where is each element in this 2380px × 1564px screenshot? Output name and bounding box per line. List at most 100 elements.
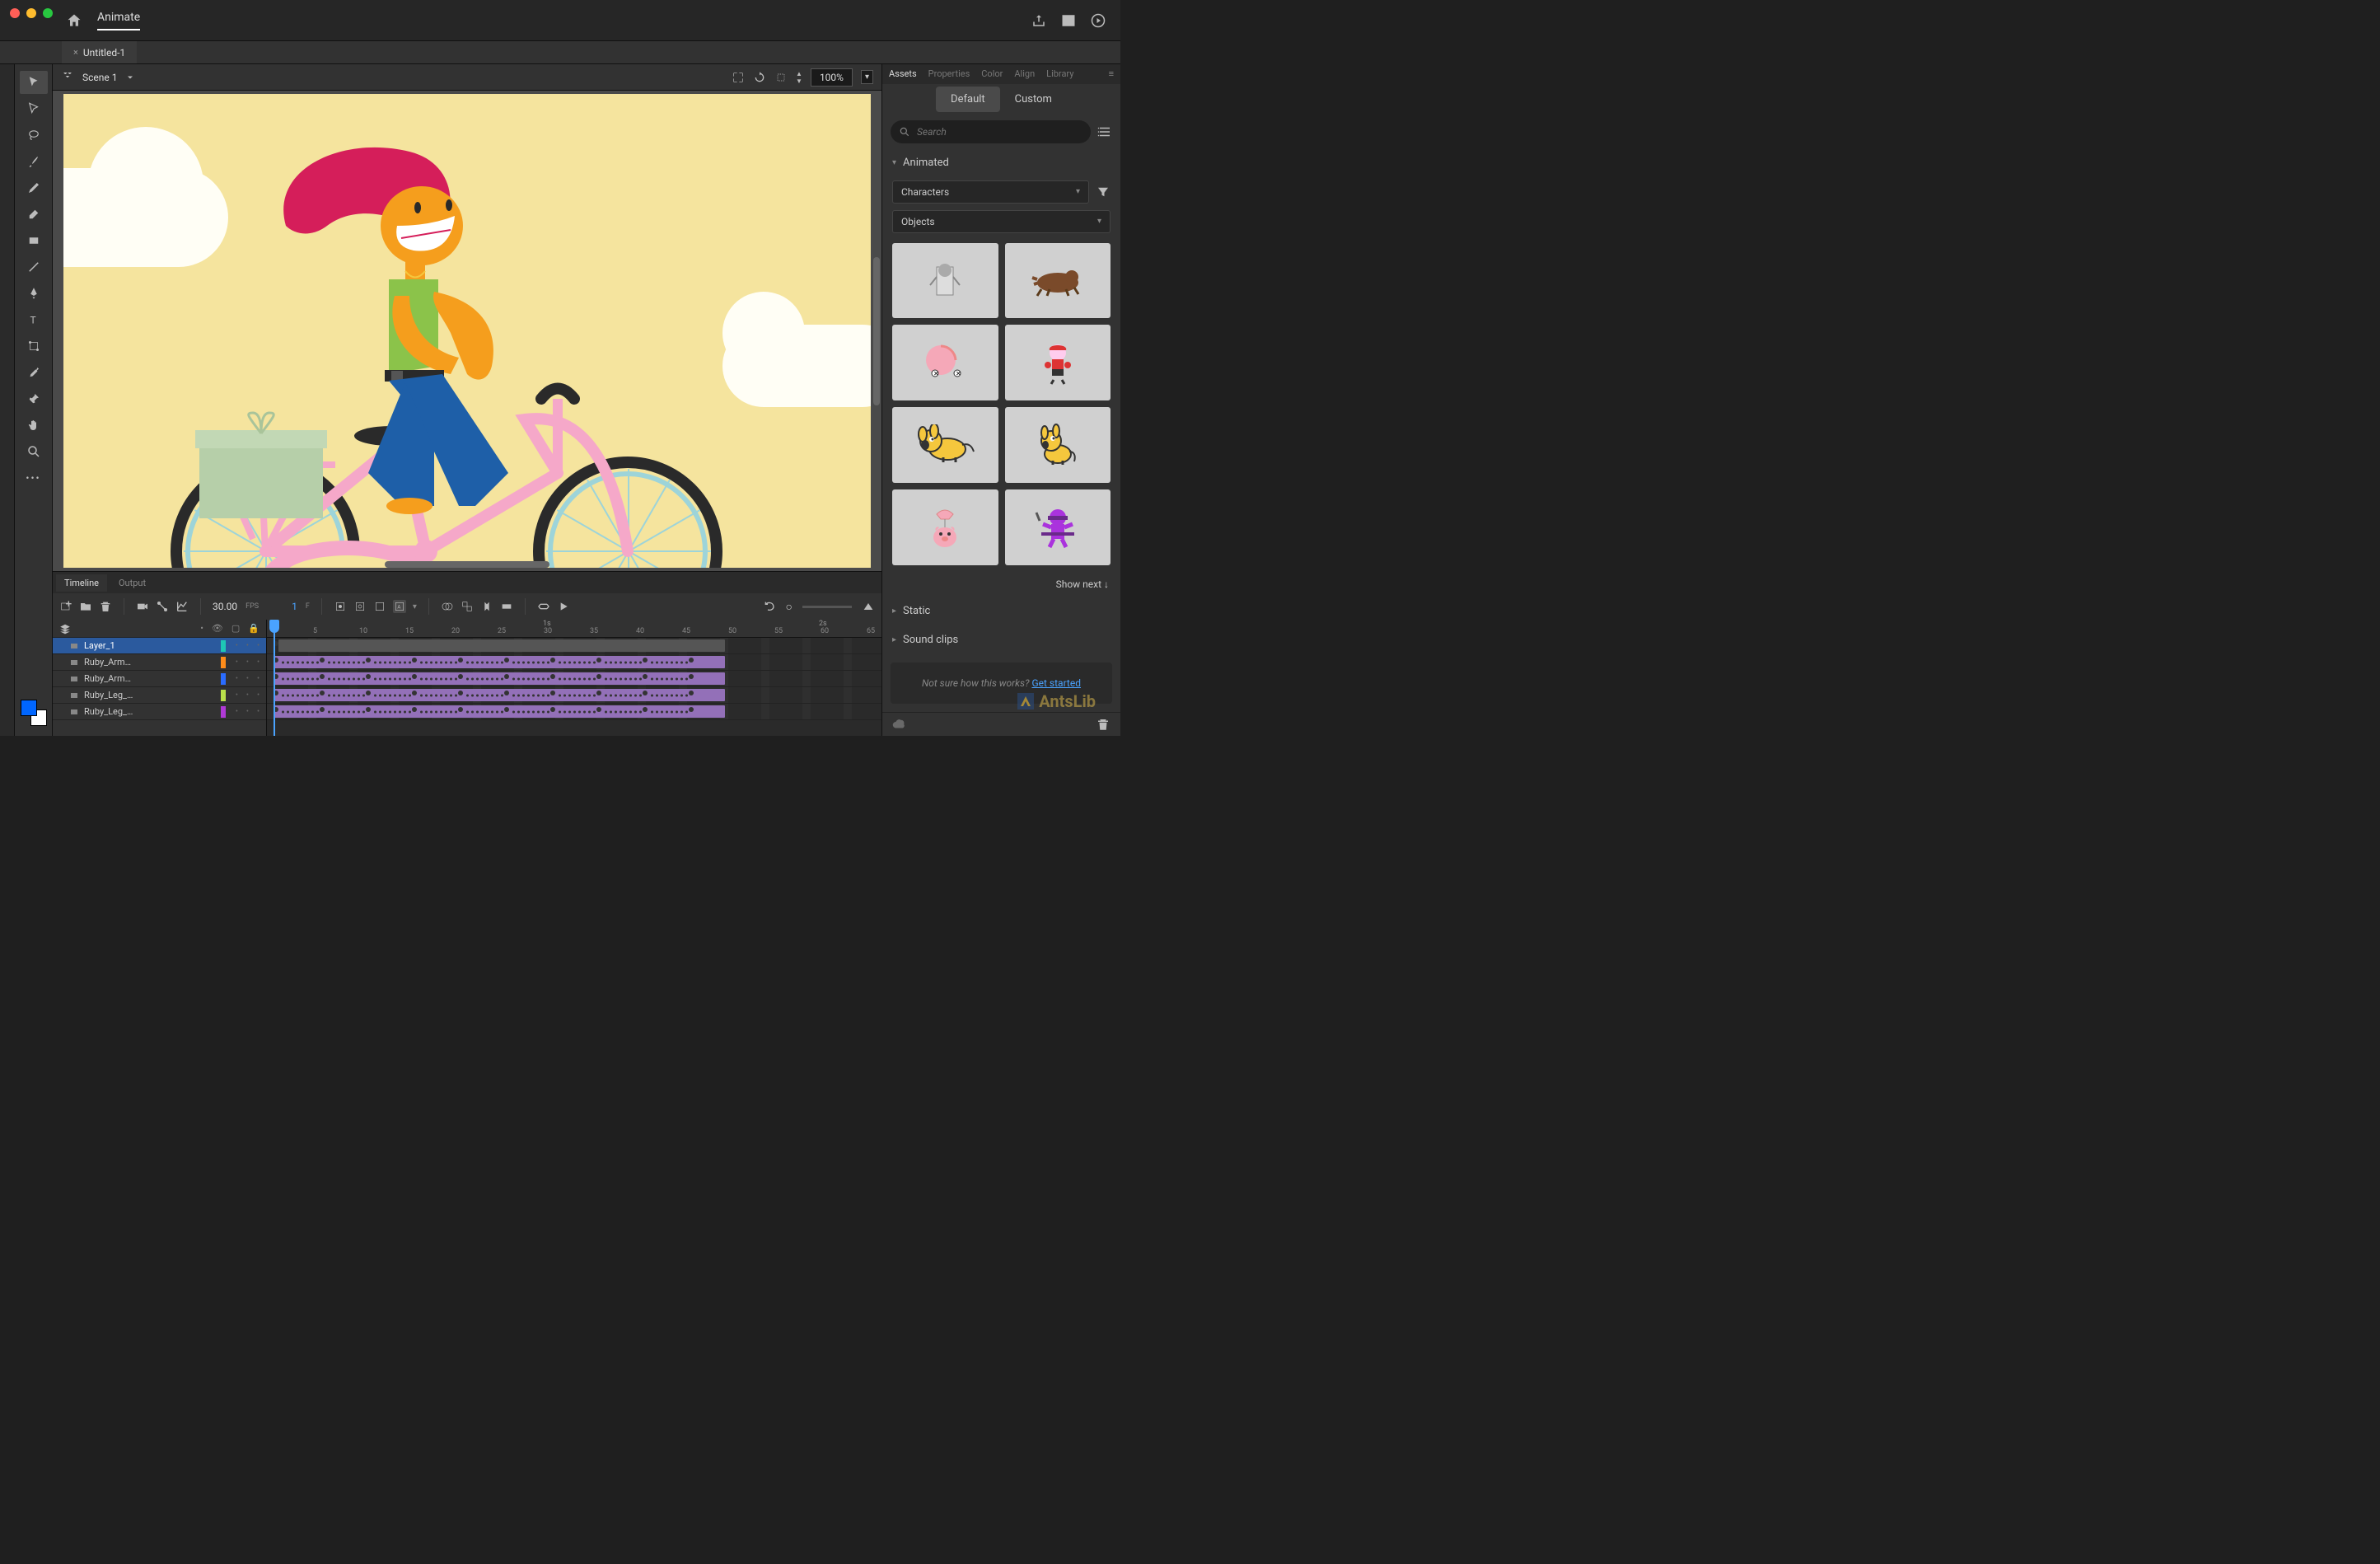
current-frame[interactable]: 1 [292, 601, 297, 612]
show-next-link[interactable]: Show next ↓ [882, 572, 1120, 597]
horizontal-scrollbar[interactable] [385, 561, 549, 568]
cloud-download-icon[interactable] [892, 717, 907, 732]
eraser-tool[interactable] [20, 203, 48, 226]
onion-skin-icon[interactable] [441, 600, 454, 613]
parent-icon[interactable] [156, 600, 169, 613]
document-tab[interactable]: × Untitled-1 [62, 41, 137, 63]
auto-keyframe-icon[interactable]: A [393, 600, 406, 613]
zoom-timeline-icon[interactable] [862, 600, 875, 613]
collapsed-panel-strip[interactable] [0, 64, 15, 736]
list-view-icon[interactable] [1097, 124, 1112, 139]
asset-thumbnail[interactable] [1005, 243, 1111, 319]
hand-tool[interactable] [20, 414, 48, 437]
frame-row[interactable] [267, 654, 881, 671]
lock-icon[interactable]: 🔒 [248, 623, 260, 634]
pin-tool[interactable] [20, 387, 48, 410]
subtab-default[interactable]: Default [936, 87, 1000, 112]
asset-thumbnail[interactable]: ✕✕ [892, 325, 998, 400]
visibility-icon[interactable]: 👁 [212, 623, 223, 634]
subselection-tool[interactable] [20, 97, 48, 120]
share-icon[interactable] [1031, 13, 1046, 28]
frame-row[interactable] [267, 671, 881, 687]
tab-assets[interactable]: Assets [889, 68, 917, 79]
outline-icon[interactable]: ▢ [231, 623, 240, 634]
tab-timeline[interactable]: Timeline [56, 574, 107, 592]
play-icon[interactable] [1091, 13, 1106, 28]
vertical-scrollbar[interactable] [873, 257, 880, 405]
scene-name[interactable]: Scene 1 [82, 72, 117, 83]
undo-icon[interactable] [763, 600, 776, 613]
insert-keyframe-icon[interactable] [334, 600, 347, 613]
text-tool[interactable]: T [20, 308, 48, 331]
workspace-icon[interactable] [1061, 13, 1076, 28]
layer-color[interactable] [221, 657, 226, 668]
trash-icon[interactable] [99, 600, 112, 613]
tab-align[interactable]: Align [1014, 68, 1035, 79]
window-traffic-lights[interactable] [10, 8, 53, 18]
tab-output[interactable]: Output [110, 574, 154, 592]
highlight-icon[interactable]: • [200, 623, 203, 634]
graph-icon[interactable] [175, 600, 189, 613]
playhead[interactable] [274, 620, 275, 736]
asset-thumbnail[interactable] [1005, 325, 1111, 400]
layer-color[interactable] [221, 690, 226, 701]
insert-frame-icon[interactable] [373, 600, 386, 613]
frames-area[interactable]: 5101520253035404550556065 1s 2s [267, 620, 881, 736]
asset-thumbnail[interactable] [1005, 407, 1111, 483]
search-box[interactable] [891, 120, 1091, 143]
asset-thumbnail[interactable] [1005, 489, 1111, 565]
eyedropper-tool[interactable] [20, 361, 48, 384]
layer-row[interactable]: Ruby_Leg_…••• [53, 687, 266, 704]
free-transform-tool[interactable] [20, 335, 48, 358]
asset-thumbnail[interactable] [892, 489, 998, 565]
frame-row[interactable] [267, 687, 881, 704]
more-tools[interactable]: ••• [20, 466, 48, 489]
tab-color[interactable]: Color [981, 68, 1003, 79]
lasso-tool[interactable] [20, 124, 48, 147]
rotate-icon[interactable] [753, 71, 766, 84]
chevron-down-icon[interactable] [125, 73, 135, 82]
line-tool[interactable] [20, 255, 48, 279]
tab-library[interactable]: Library [1046, 68, 1073, 79]
search-input[interactable] [917, 126, 1082, 138]
section-animated[interactable]: ▾Animated [882, 148, 1120, 177]
tab-properties[interactable]: Properties [928, 68, 970, 79]
pencil-tool[interactable] [20, 176, 48, 199]
trash-icon[interactable] [1096, 717, 1111, 732]
brush-tool[interactable] [20, 150, 48, 173]
zoom-dropdown[interactable]: ▾ [861, 70, 873, 84]
zoom-stepper[interactable]: ▲▼ [796, 70, 802, 85]
layer-row[interactable]: Ruby_Arm…••• [53, 654, 266, 671]
stage[interactable] [53, 91, 881, 571]
filter-icon[interactable] [1096, 185, 1111, 199]
fps-value[interactable]: 30.00 [213, 601, 237, 612]
layer-color[interactable] [221, 640, 226, 652]
panel-menu-icon[interactable]: ≡ [1109, 68, 1114, 79]
frame-row[interactable] [267, 638, 881, 654]
asset-thumbnail[interactable] [892, 243, 998, 319]
timeline-ruler[interactable]: 5101520253035404550556065 1s 2s [267, 620, 881, 638]
home-icon[interactable] [66, 12, 82, 29]
layer-color[interactable] [221, 706, 226, 718]
asset-thumbnail[interactable] [892, 407, 998, 483]
add-layer-icon[interactable] [59, 600, 72, 613]
clip-icon[interactable] [774, 71, 788, 84]
close-icon[interactable]: × [73, 47, 78, 58]
section-sound[interactable]: ▸Sound clips [882, 625, 1120, 654]
camera-icon[interactable] [136, 600, 149, 613]
canvas[interactable] [63, 94, 871, 568]
subtab-custom[interactable]: Custom [1000, 87, 1067, 112]
center-stage-icon[interactable] [732, 71, 745, 84]
edit-multiple-icon[interactable] [461, 600, 474, 613]
insert-blank-keyframe-icon[interactable] [353, 600, 367, 613]
layer-row[interactable]: Ruby_Arm…••• [53, 671, 266, 687]
objects-dropdown[interactable]: Objects▾ [892, 210, 1111, 233]
loop-icon[interactable] [537, 600, 550, 613]
marker-icon[interactable] [480, 600, 493, 613]
layer-row[interactable]: Layer_1••• [53, 638, 266, 654]
fill-swatch[interactable] [21, 700, 37, 716]
create-tween-icon[interactable] [500, 600, 513, 613]
pen-tool[interactable] [20, 282, 48, 305]
layer-row[interactable]: Ruby_Leg_…••• [53, 704, 266, 720]
folder-icon[interactable] [79, 600, 92, 613]
